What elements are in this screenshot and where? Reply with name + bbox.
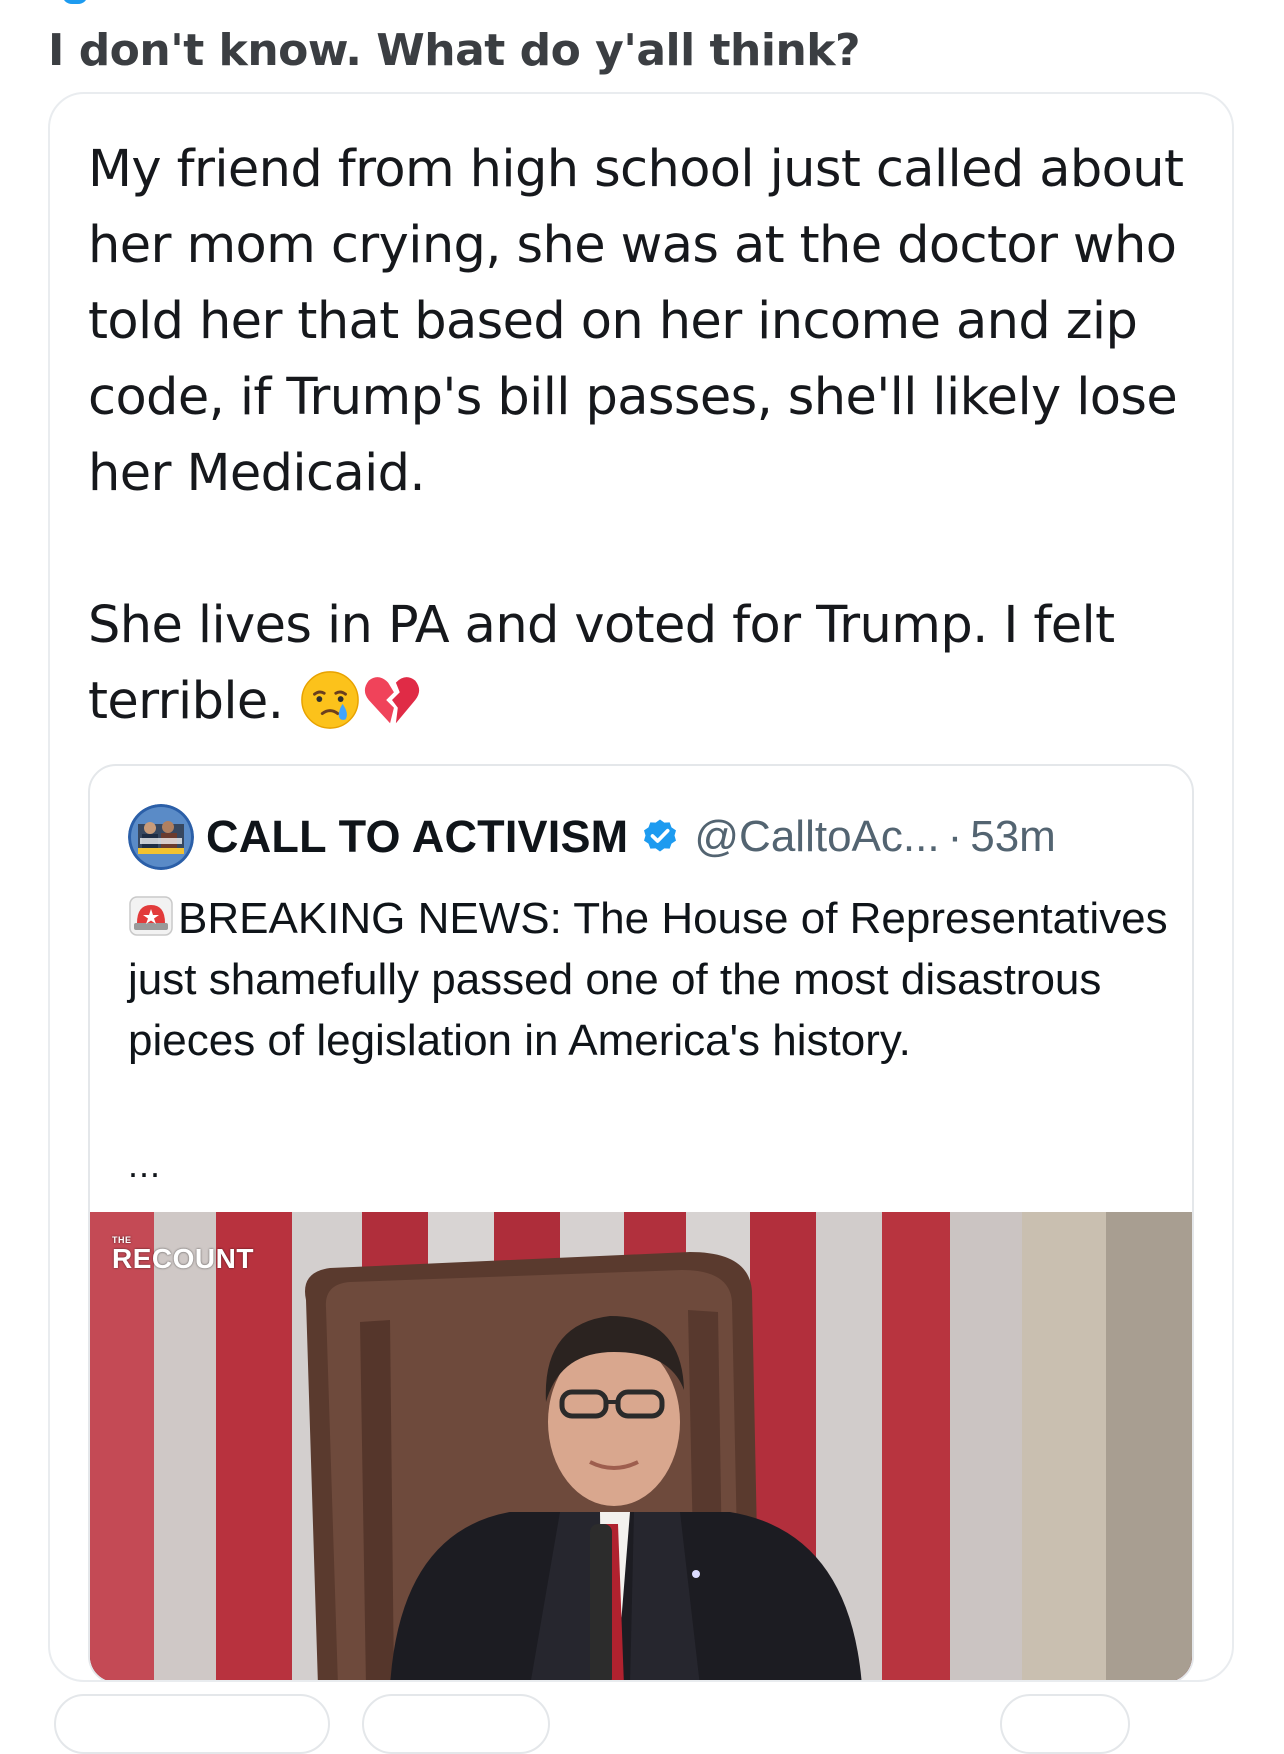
tweet-text: My friend from high school just called a… [88,132,1208,740]
action-button-partial[interactable] [1000,1694,1130,1754]
tweet-text-paragraph-2-text: She lives in PA and voted for Trump. I f… [88,596,1115,731]
header-separator: · [947,812,963,861]
action-button-partial[interactable] [362,1694,550,1754]
avatar-edge [62,0,88,4]
crying-face-icon [299,669,361,731]
action-button-partial[interactable] [54,1694,330,1754]
show-more-ellipsis[interactable]: ... [128,1144,161,1186]
quoted-tweet-media-image[interactable]: THE RECOUNT [90,1212,1192,1680]
tweet-screenshot-card[interactable]: My friend from high school just called a… [48,92,1234,1682]
author-handle[interactable]: @CalltoAc... [694,812,939,862]
tweet-timestamp[interactable]: 53m [970,812,1056,862]
watermark-text: RECOUNT [112,1243,254,1274]
avatar[interactable] [128,804,194,870]
quoted-tweet-body: BREAKING NEWS: The House of Representati… [128,894,1168,1065]
quoted-tweet-header: CALL TO ACTIVISM @CalltoAc... · 53m [128,804,1056,870]
tweet-text-paragraph-2: She lives in PA and voted for Trump. I f… [88,588,1208,740]
quoted-tweet[interactable]: CALL TO ACTIVISM @CalltoAc... · 53m BREA… [88,764,1194,1680]
author-name[interactable]: CALL TO ACTIVISM [206,811,628,863]
broken-heart-icon [361,669,423,731]
tweet-text-paragraph-1: My friend from high school just called a… [88,140,1184,503]
media-watermark: THE RECOUNT [112,1236,254,1273]
quoted-tweet-text: BREAKING NEWS: The House of Representati… [128,888,1168,1071]
verified-badge-icon [640,817,680,857]
post-title: I don't know. What do y'all think? [48,25,861,76]
police-light-icon [128,893,174,939]
